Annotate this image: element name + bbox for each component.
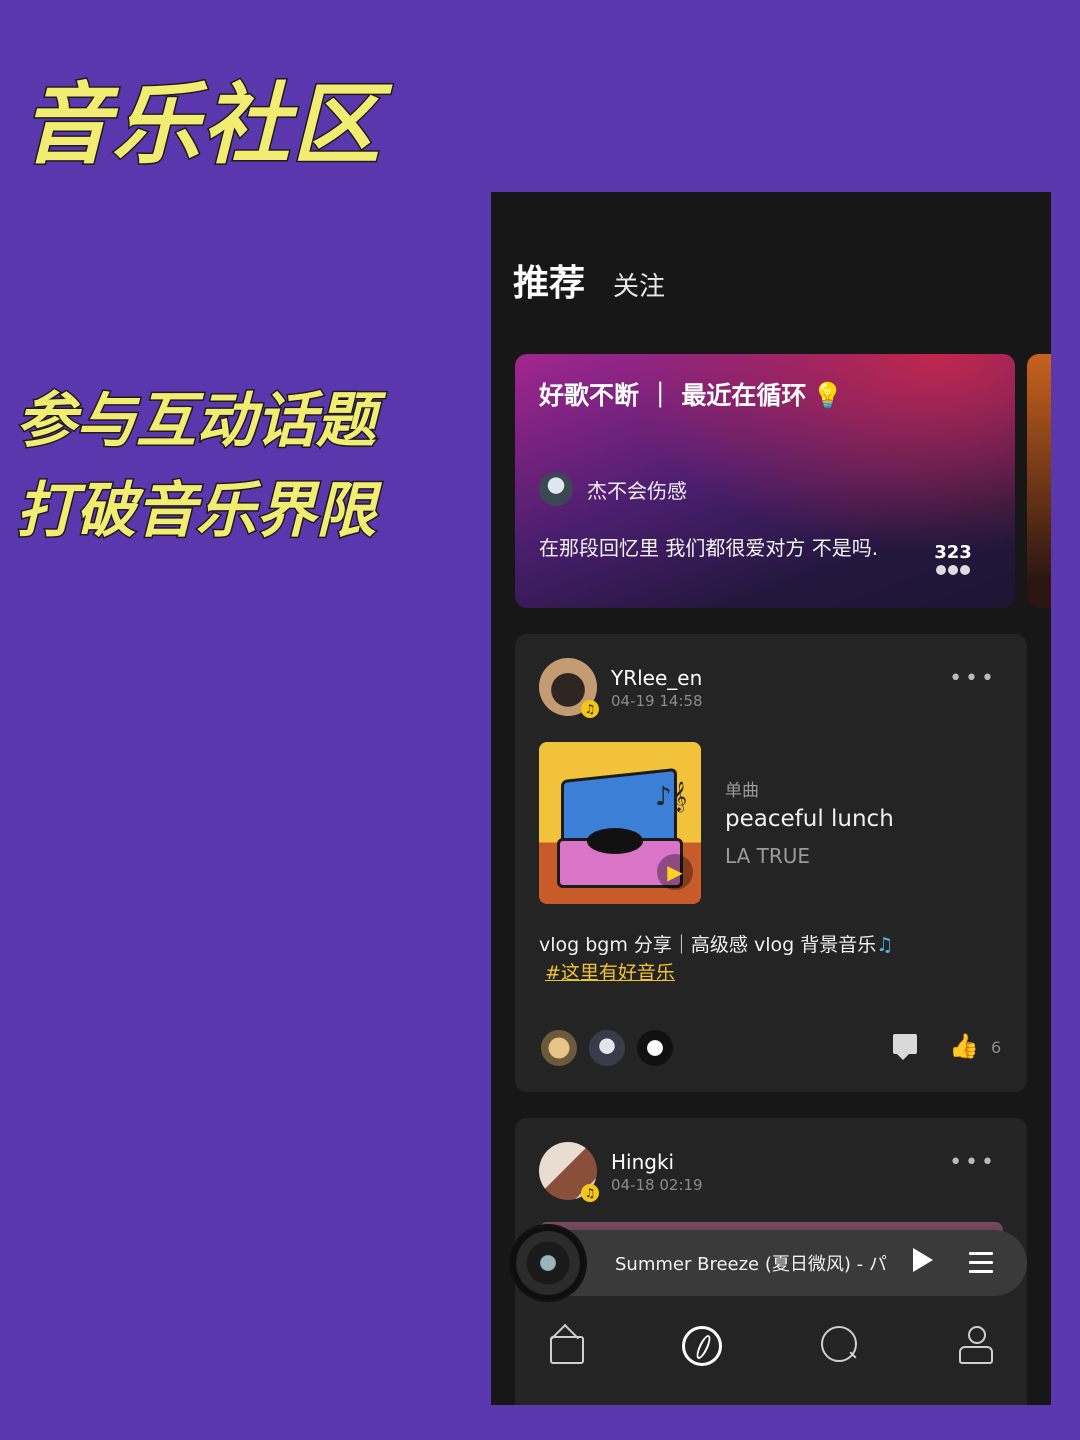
album-cover[interactable]: ♪𝄞 ▶: [539, 742, 701, 904]
post-time: 04-18 02:19: [611, 1176, 703, 1194]
record-disc: [587, 828, 643, 854]
avatar[interactable]: [587, 1028, 627, 1068]
post-text: vlog bgm 分享｜高级感 vlog 背景音乐♫: [539, 930, 893, 957]
phone-screen: 推荐 关注 好歌不断 ｜ 最近在循环 💡 杰不会伤感 在那段回忆里 我们都很爱对方…: [491, 192, 1051, 1405]
avatar[interactable]: [635, 1028, 675, 1068]
song-type: 单曲: [725, 781, 759, 801]
topic-title: 好歌不断 ｜ 最近在循环 💡: [539, 376, 844, 412]
now-playing-title[interactable]: Summer Breeze (夏日微风) - パ: [615, 1250, 890, 1276]
post-hashtag[interactable]: #这里有好音乐: [545, 958, 675, 985]
profile-icon[interactable]: [957, 1326, 997, 1366]
lightbulb-icon: 💡: [812, 381, 844, 410]
comment-icon[interactable]: [893, 1034, 917, 1060]
bottom-nav: [491, 1320, 1051, 1376]
vinyl-disc-icon[interactable]: [511, 1226, 585, 1300]
playlist-icon[interactable]: [969, 1252, 993, 1279]
topic-title-text: 好歌不断 ｜ 最近在循环: [539, 381, 807, 410]
like-count: 6: [991, 1038, 1002, 1057]
song-title[interactable]: peaceful lunch: [725, 806, 894, 832]
search-icon[interactable]: [821, 1326, 857, 1362]
next-topic-card[interactable]: [1027, 354, 1051, 608]
music-badge-icon: ♫: [581, 700, 599, 718]
feed-tabs: 推荐 关注: [513, 254, 665, 306]
post-time: 04-19 14:58: [611, 692, 703, 710]
tab-recommend[interactable]: 推荐: [513, 254, 585, 306]
post-text-body: vlog bgm 分享｜高级感 vlog 背景音乐: [539, 934, 877, 956]
promo-tagline-2: 打破音乐界限: [15, 475, 378, 548]
topic-text: 在那段回忆里 我们都很爱对方 不是吗.: [539, 536, 879, 560]
music-note-icon: ♪𝄞: [655, 782, 687, 812]
participant-count-value: 323: [934, 542, 972, 563]
more-options-icon[interactable]: •••: [949, 1152, 997, 1174]
people-icon: [929, 565, 977, 575]
thumbs-up-icon[interactable]: 👍: [949, 1032, 979, 1060]
liker-avatars[interactable]: [539, 1028, 675, 1068]
participant-count: 323: [929, 542, 977, 575]
more-options-icon[interactable]: •••: [949, 668, 997, 690]
mini-player[interactable]: Summer Breeze (夏日微风) - パ: [511, 1226, 1027, 1300]
post-card[interactable]: ♫ YRlee_en 04-19 14:58 ••• ♪𝄞 ▶ 单曲 peace…: [515, 634, 1027, 1092]
home-icon[interactable]: [547, 1326, 587, 1366]
promo-title: 音乐社区: [20, 72, 383, 178]
avatar[interactable]: [539, 1028, 579, 1068]
avatar[interactable]: [539, 472, 573, 506]
play-icon[interactable]: [913, 1248, 933, 1272]
discover-icon[interactable]: [682, 1326, 722, 1366]
topic-username: 杰不会伤感: [587, 478, 687, 503]
song-artist[interactable]: LA TRUE: [725, 844, 810, 868]
promo-tagline-1: 参与互动话题: [15, 385, 378, 458]
music-badge-icon: ♫: [581, 1184, 599, 1202]
post-username[interactable]: YRlee_en: [611, 666, 702, 690]
post-username[interactable]: Hingki: [611, 1150, 674, 1174]
topic-user[interactable]: 杰不会伤感: [539, 472, 687, 506]
play-icon[interactable]: ▶: [657, 854, 693, 890]
music-note-icon: ♫: [876, 934, 894, 956]
tab-follow[interactable]: 关注: [613, 266, 665, 303]
topic-card[interactable]: 好歌不断 ｜ 最近在循环 💡 杰不会伤感 在那段回忆里 我们都很爱对方 不是吗. …: [515, 354, 1015, 608]
